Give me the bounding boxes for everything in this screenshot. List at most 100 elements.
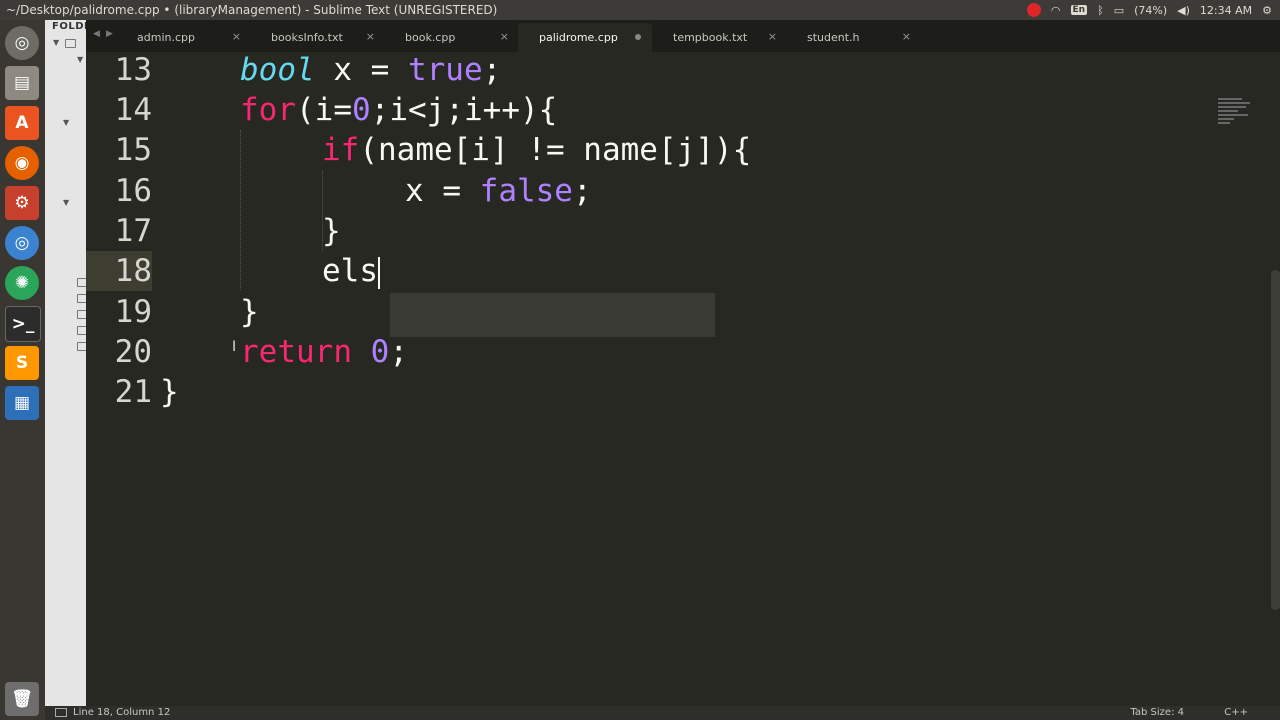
dash-home-icon[interactable]: ◎	[5, 26, 39, 60]
tab-label: admin.cpp	[137, 31, 195, 44]
launcher: ◎ ▤ A ◉ ⚙ ◎ ✺ >_ S ▦ 🗑	[0, 20, 46, 720]
panel-toggle-icon[interactable]	[55, 707, 67, 717]
system-settings-icon[interactable]: ⚙	[5, 186, 39, 220]
settings-gear-icon[interactable]: ⚙	[1262, 4, 1272, 17]
trash-icon[interactable]: 🗑	[5, 682, 39, 716]
line-number: 13	[114, 52, 152, 88]
tab-close-icon[interactable]: ×	[232, 30, 241, 43]
file-icon[interactable]	[77, 342, 86, 351]
record-icon[interactable]	[1026, 3, 1041, 17]
status-bar: Line 18, Column 12 Tab Size: 4 C++	[45, 706, 1280, 720]
code-line-20: return 0;	[240, 332, 408, 372]
bluetooth-icon[interactable]: ᛒ	[1097, 4, 1104, 17]
type-keyword: bool	[240, 52, 315, 88]
tab-bar: ◀ ▶ admin.cpp × booksInfo.txt × book.cpp…	[86, 20, 1280, 52]
code-text: x =	[405, 173, 480, 209]
battery-icon[interactable]: ▭	[1114, 4, 1124, 17]
code-line-13: bool x = true;	[240, 52, 501, 90]
code-text: ;i<j;i++){	[370, 92, 558, 128]
line-number: 20	[114, 334, 152, 370]
tab-scroll-right-icon[interactable]: ▶	[106, 29, 113, 39]
code-text: ;	[572, 173, 592, 209]
folder-expand-icon[interactable]: ▼	[63, 198, 69, 207]
vertical-scrollbar[interactable]	[1271, 270, 1280, 610]
system-tray: ◠ En ᛒ ▭ (74%) ◀) 12:34 AM ⚙	[1026, 0, 1280, 20]
folder-expand-icon[interactable]: ▼	[53, 38, 59, 47]
tab-label: booksInfo.txt	[271, 31, 343, 44]
tab-close-icon[interactable]: ×	[768, 30, 777, 43]
terminal-icon[interactable]: >_	[5, 306, 41, 342]
unsaved-dot-icon[interactable]	[635, 34, 641, 40]
tab-book-cpp[interactable]: book.cpp ×	[384, 23, 518, 52]
code-editor[interactable]: 13 14 15 16 17 18 19 20 21 bool x = true…	[86, 52, 1280, 706]
indent-guide	[240, 130, 241, 290]
tab-booksinfo-txt[interactable]: booksInfo.txt ×	[250, 23, 384, 52]
network-app-icon[interactable]: ✺	[5, 266, 39, 300]
files-icon[interactable]: ▤	[5, 66, 39, 100]
tab-tempbook-txt[interactable]: tempbook.txt ×	[652, 23, 786, 52]
keyword: for	[240, 92, 296, 128]
line-number: 16	[114, 173, 152, 209]
cursor-position: Line 18, Column 12	[73, 707, 171, 718]
tab-palidrome-cpp[interactable]: palidrome.cpp	[518, 23, 652, 52]
code-text: ;	[482, 52, 502, 88]
code-line-15: if(name[i] != name[j]){	[322, 130, 751, 170]
folder-expand-icon[interactable]: ▼	[63, 118, 69, 127]
battery-level[interactable]: (74%)	[1134, 4, 1167, 17]
mouse-ibeam-cursor: I	[232, 339, 237, 355]
code-area[interactable]: bool x = true; for(i=0;i<j;i++){ if(name…	[160, 52, 1260, 706]
line-number: 15	[114, 132, 152, 168]
volume-icon[interactable]: ◀)	[1177, 4, 1190, 17]
tab-close-icon[interactable]: ×	[366, 30, 375, 43]
title-bar: ~/Desktop/palidrome.cpp • (libraryManage…	[0, 0, 1280, 20]
syntax-selector[interactable]: C++	[1224, 707, 1248, 718]
code-line-21: }	[160, 374, 179, 410]
code-line-18: els	[322, 251, 380, 291]
code-line-14: for(i=0;i<j;i++){	[240, 90, 557, 130]
text-cursor	[378, 256, 380, 289]
code-line-17: }	[322, 213, 341, 249]
file-icon[interactable]	[77, 310, 86, 319]
workspace-switcher-icon[interactable]: ▦	[5, 386, 39, 420]
clock[interactable]: 12:34 AM	[1200, 4, 1252, 17]
firefox-icon[interactable]: ◉	[5, 146, 39, 180]
wifi-icon[interactable]: ◠	[1051, 4, 1061, 17]
line-number: 18	[114, 253, 152, 289]
number-literal: 0	[370, 334, 390, 370]
tab-admin-cpp[interactable]: admin.cpp ×	[116, 23, 250, 52]
chromium-icon[interactable]: ◎	[5, 226, 39, 260]
tab-scroll-left-icon[interactable]: ◀	[93, 29, 100, 39]
folder-expand-icon[interactable]: ▼	[77, 55, 83, 64]
file-icon[interactable]	[77, 294, 86, 303]
line-number: 17	[114, 213, 152, 249]
tab-close-icon[interactable]: ×	[902, 30, 911, 43]
code-text: (i=	[296, 92, 352, 128]
folder-icon	[65, 39, 76, 48]
keyboard-layout[interactable]: En	[1070, 5, 1088, 15]
tab-student-h[interactable]: student.h ×	[786, 23, 920, 52]
tab-label: book.cpp	[405, 31, 456, 44]
number-literal: 0	[352, 92, 371, 128]
code-line-19: }	[240, 294, 259, 330]
code-text: x =	[314, 52, 408, 88]
tab-label: student.h	[807, 31, 860, 44]
code-text: els	[322, 253, 378, 289]
line-number-gutter: 13 14 15 16 17 18 19 20 21	[86, 52, 152, 706]
constant: true	[407, 52, 483, 88]
sublime-text-icon[interactable]: S	[5, 346, 39, 380]
file-icon[interactable]	[77, 326, 86, 335]
minimap[interactable]	[1218, 98, 1258, 138]
tab-size-selector[interactable]: Tab Size: 4	[1130, 707, 1184, 718]
code-line-16: x = false;	[405, 171, 592, 211]
status-left: Line 18, Column 12	[55, 707, 170, 718]
sidebar-header: FOLDE	[52, 21, 86, 32]
software-center-icon[interactable]: A	[5, 106, 39, 140]
file-icon[interactable]	[77, 278, 86, 287]
tab-close-icon[interactable]: ×	[500, 30, 509, 43]
code-text: ;	[389, 334, 408, 370]
line-number: 19	[114, 294, 152, 330]
autocomplete-popup[interactable]	[390, 293, 715, 337]
line-number: 14	[114, 92, 152, 128]
tab-label: palidrome.cpp	[539, 31, 618, 44]
